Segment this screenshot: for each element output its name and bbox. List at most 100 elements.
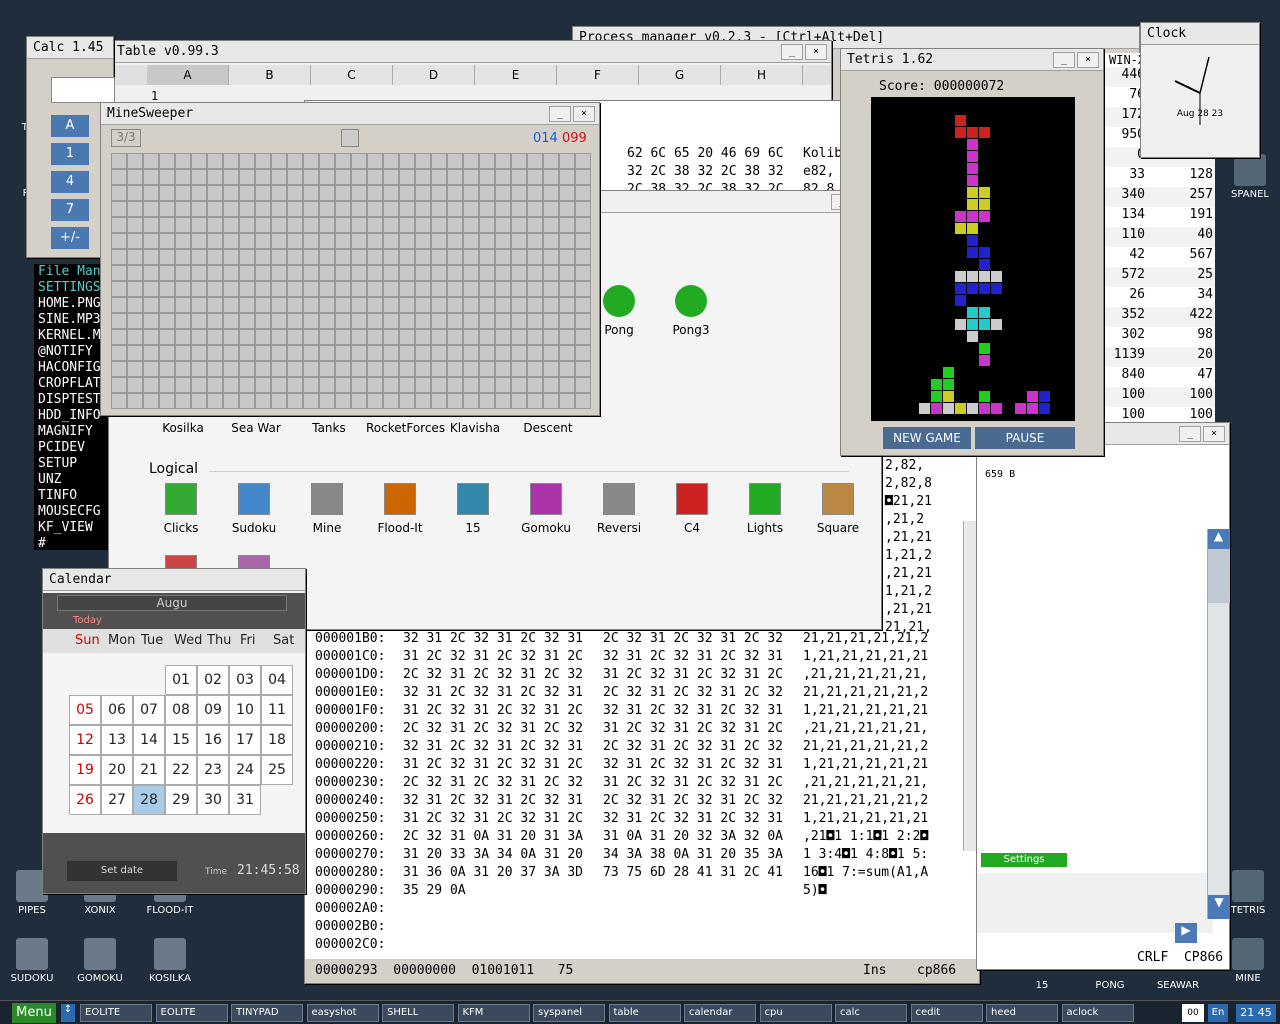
process-row[interactable]: 100 100	[1105, 387, 1215, 407]
mine-cell[interactable]	[575, 361, 591, 377]
hex-row[interactable]: 00000240: 32 31 2C 32 31 2C 32 31 2C 32 31…	[315, 793, 928, 811]
mine-cell[interactable]	[463, 329, 479, 345]
game-descent[interactable]: Descent	[512, 421, 584, 435]
mine-cell[interactable]	[511, 329, 527, 345]
mine-cell[interactable]	[511, 345, 527, 361]
mine-cell[interactable]	[271, 185, 287, 201]
mine-cell[interactable]	[383, 313, 399, 329]
mine-cell[interactable]	[207, 345, 223, 361]
mine-cell[interactable]	[335, 345, 351, 361]
column-header[interactable]: H	[721, 65, 803, 85]
mine-cell[interactable]	[351, 217, 367, 233]
mine-cell[interactable]	[127, 281, 143, 297]
mine-cell[interactable]	[127, 185, 143, 201]
task-button[interactable]: calendar	[684, 1004, 756, 1022]
mine-cell[interactable]	[575, 217, 591, 233]
mine-cell[interactable]	[143, 201, 159, 217]
menu-button[interactable]: Menu	[12, 1003, 56, 1023]
mine-cell[interactable]	[543, 169, 559, 185]
calendar-date[interactable]: 20	[101, 755, 133, 785]
mine-cell[interactable]	[559, 265, 575, 281]
desktop-icon-pong[interactable]: PONG	[1080, 976, 1140, 991]
game-kosilka[interactable]: Kosilka	[147, 421, 219, 435]
mine-cell[interactable]	[351, 377, 367, 393]
mine-cell[interactable]	[431, 313, 447, 329]
mine-cell[interactable]	[479, 361, 495, 377]
calc-titlebar[interactable]: Calc 1.45	[27, 37, 113, 59]
mine-cell[interactable]	[111, 377, 127, 393]
mine-cell[interactable]	[415, 297, 431, 313]
mine-cell[interactable]	[399, 329, 415, 345]
mine-cell[interactable]	[383, 185, 399, 201]
mine-cell[interactable]	[303, 153, 319, 169]
calendar-date[interactable]: 14	[133, 725, 165, 755]
mine-cell[interactable]	[383, 217, 399, 233]
mine-cell[interactable]	[495, 281, 511, 297]
mine-cell[interactable]	[159, 313, 175, 329]
mine-cell[interactable]	[239, 281, 255, 297]
mine-cell[interactable]	[175, 201, 191, 217]
mine-cell[interactable]	[239, 185, 255, 201]
mine-cell[interactable]	[367, 233, 383, 249]
mine-cell[interactable]	[447, 361, 463, 377]
hex-row[interactable]: 000002A0:	[315, 901, 928, 919]
calendar-titlebar[interactable]: Calendar	[43, 569, 305, 591]
mine-cell[interactable]	[319, 153, 335, 169]
mine-cell[interactable]	[159, 169, 175, 185]
mine-cell[interactable]	[111, 297, 127, 313]
mine-cell[interactable]	[495, 201, 511, 217]
mine-cell[interactable]	[559, 345, 575, 361]
mine-cell[interactable]	[335, 281, 351, 297]
mine-cell[interactable]	[399, 345, 415, 361]
hex-row[interactable]: 000001F0: 31 2C 32 31 2C 32 31 2C 32 31 2C…	[315, 703, 928, 721]
mine-cell[interactable]	[223, 153, 239, 169]
task-button[interactable]: TINYPAD	[231, 1004, 303, 1022]
mine-cell[interactable]	[383, 153, 399, 169]
mine-cell[interactable]	[527, 233, 543, 249]
mine-cell[interactable]	[479, 313, 495, 329]
mine-cell[interactable]	[159, 329, 175, 345]
mine-cell[interactable]	[239, 297, 255, 313]
mine-cell[interactable]	[319, 265, 335, 281]
task-button[interactable]: calc	[835, 1004, 907, 1022]
tetris-titlebar[interactable]: Tetris 1.62 _ ×	[841, 49, 1103, 71]
mine-cell[interactable]	[351, 297, 367, 313]
mine-cell[interactable]	[559, 233, 575, 249]
mine-cell[interactable]	[383, 201, 399, 217]
mine-cell[interactable]	[303, 249, 319, 265]
calc-key[interactable]: 7	[51, 199, 89, 221]
mine-cell[interactable]	[319, 329, 335, 345]
mine-cell[interactable]	[559, 297, 575, 313]
mine-cell[interactable]	[143, 217, 159, 233]
mine-cell[interactable]	[511, 217, 527, 233]
hex-row[interactable]: 000001C0: 31 2C 32 31 2C 32 31 2C 32 31 2C…	[315, 649, 928, 667]
mine-cell[interactable]	[367, 329, 383, 345]
calendar-date[interactable]: 21	[133, 755, 165, 785]
close-icon[interactable]: ×	[1203, 426, 1225, 442]
calendar-date[interactable]: 31	[229, 785, 261, 815]
mine-cell[interactable]	[175, 281, 191, 297]
mine-cell[interactable]	[271, 361, 287, 377]
mine-cell[interactable]	[463, 153, 479, 169]
mine-cell[interactable]	[575, 377, 591, 393]
calendar-date[interactable]: 29	[165, 785, 197, 815]
mine-cell[interactable]	[447, 345, 463, 361]
mine-cell[interactable]	[255, 329, 271, 345]
mine-cell[interactable]	[367, 265, 383, 281]
mine-cell[interactable]	[463, 249, 479, 265]
calendar-date[interactable]: 15	[165, 725, 197, 755]
calendar-date[interactable]: 03	[229, 665, 261, 695]
close-icon[interactable]: ×	[573, 106, 595, 122]
mine-cell[interactable]	[511, 393, 527, 409]
mine-cell[interactable]	[287, 345, 303, 361]
mine-cell[interactable]	[527, 393, 543, 409]
mine-cell[interactable]	[303, 201, 319, 217]
mine-cell[interactable]	[335, 393, 351, 409]
mine-cell[interactable]	[463, 233, 479, 249]
hex-row[interactable]: 00000260: 2C 32 31 0A 31 20 31 3A 31 0A 31…	[315, 829, 928, 847]
mine-cell[interactable]	[271, 377, 287, 393]
mine-cell[interactable]	[111, 265, 127, 281]
mine-cell[interactable]	[191, 297, 207, 313]
mine-cell[interactable]	[575, 233, 591, 249]
mine-cell[interactable]	[303, 265, 319, 281]
